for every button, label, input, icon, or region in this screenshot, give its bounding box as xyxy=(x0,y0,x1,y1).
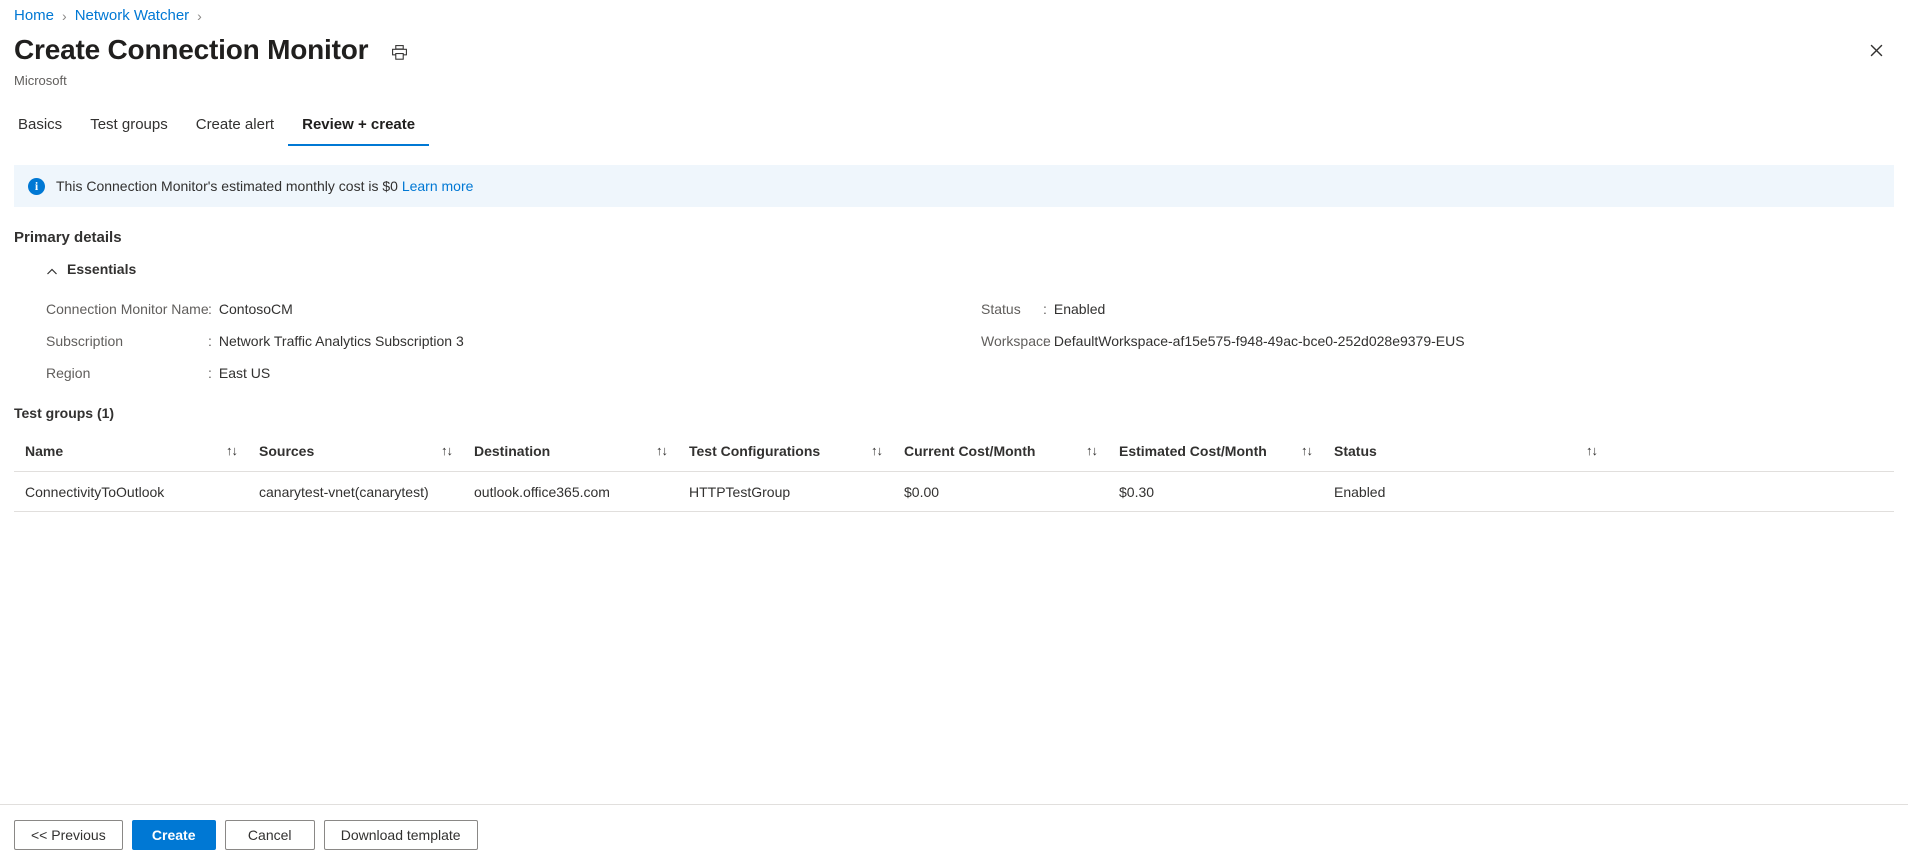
column-header-test-configurations[interactable]: Test Configurations ↑↓ xyxy=(689,430,904,471)
column-header-current-cost-month[interactable]: Current Cost/Month ↑↓ xyxy=(904,430,1119,471)
title-row: Create Connection Monitor xyxy=(14,33,410,67)
sort-icon[interactable]: ↑↓ xyxy=(441,443,453,458)
sort-icon[interactable]: ↑↓ xyxy=(656,443,668,458)
field-workspace: Workspace : DefaultWorkspace-af15e575-f9… xyxy=(981,325,1886,357)
create-connection-monitor-page: Home › Network Watcher › Create Connecti… xyxy=(0,0,1908,865)
primary-details-heading: Primary details xyxy=(14,229,122,246)
field-subscription: Subscription : Network Traffic Analytics… xyxy=(46,325,981,357)
field-value: DefaultWorkspace-af15e575-f948-49ac-bce0… xyxy=(1053,333,1465,349)
wizard-tabs: Basics Test groups Create alert Review +… xyxy=(14,108,430,146)
field-colon: : xyxy=(208,301,212,317)
table-header-row: Name ↑↓ Sources ↑↓ Destination ↑↓ Test C… xyxy=(14,430,1894,472)
cancel-button[interactable]: Cancel xyxy=(224,820,315,850)
cell-sources: canarytest-vnet(canarytest) xyxy=(259,483,429,500)
field-connection-monitor-name: Connection Monitor Name : ContosoCM xyxy=(46,293,981,325)
sort-icon[interactable]: ↑↓ xyxy=(871,443,883,458)
sort-icon[interactable]: ↑↓ xyxy=(1086,443,1098,458)
footer-actions: << Previous Create Cancel Download templ… xyxy=(14,820,478,850)
column-header-label: Test Configurations xyxy=(689,442,821,459)
breadcrumb-item-home[interactable]: Home xyxy=(14,6,54,26)
sort-icon[interactable]: ↑↓ xyxy=(226,443,238,458)
tab-basics[interactable]: Basics xyxy=(14,115,76,146)
field-label: Connection Monitor Name xyxy=(46,301,209,317)
page-subtitle: Microsoft xyxy=(14,73,67,88)
cost-info-banner-text: This Connection Monitor's estimated mont… xyxy=(56,176,473,196)
learn-more-link[interactable]: Learn more xyxy=(402,178,474,194)
cost-info-banner-message: This Connection Monitor's estimated mont… xyxy=(56,178,398,194)
cell-test-configurations: HTTPTestGroup xyxy=(689,483,791,500)
field-label: Subscription xyxy=(46,333,124,349)
create-button[interactable]: Create xyxy=(131,820,216,850)
chevron-up-icon xyxy=(46,263,58,275)
tab-create-alert[interactable]: Create alert xyxy=(182,115,288,146)
essentials-collapse-toggle[interactable]: Essentials xyxy=(46,259,136,279)
sort-icon[interactable]: ↑↓ xyxy=(1301,443,1313,458)
cell-estimated-cost-month: $0.30 xyxy=(1119,483,1155,500)
column-header-status[interactable]: Status ↑↓ xyxy=(1334,430,1619,471)
previous-button[interactable]: << Previous xyxy=(14,820,123,850)
info-icon: i xyxy=(28,177,45,195)
field-value: Network Traffic Analytics Subscription 3 xyxy=(218,333,464,349)
breadcrumb-separator-icon: › xyxy=(62,8,67,24)
field-label: Workspace xyxy=(981,333,1051,349)
column-header-name[interactable]: Name ↑↓ xyxy=(14,430,259,471)
cell-status: Enabled xyxy=(1334,483,1386,500)
column-header-estimated-cost-month[interactable]: Estimated Cost/Month ↑↓ xyxy=(1119,430,1334,471)
field-colon: : xyxy=(1043,301,1047,317)
cell-name: ConnectivityToOutlook xyxy=(25,483,165,500)
cell-destination: outlook.office365.com xyxy=(474,483,610,500)
table-row[interactable]: ConnectivityToOutlook canarytest-vnet(ca… xyxy=(14,472,1894,512)
field-colon: : xyxy=(208,365,212,381)
essentials-left-column: Connection Monitor Name : ContosoCM Subs… xyxy=(46,293,981,389)
essentials-grid: Connection Monitor Name : ContosoCM Subs… xyxy=(46,293,1886,389)
field-colon: : xyxy=(1043,333,1047,349)
field-label: Status xyxy=(981,301,1021,317)
close-icon[interactable] xyxy=(1860,34,1892,66)
breadcrumb-separator-icon-2: › xyxy=(197,8,202,24)
breadcrumb: Home › Network Watcher › xyxy=(14,6,202,26)
column-header-label: Status xyxy=(1334,442,1377,459)
tab-test-groups[interactable]: Test groups xyxy=(76,115,182,146)
field-value: Enabled xyxy=(1053,301,1106,317)
column-header-label: Estimated Cost/Month xyxy=(1119,442,1267,459)
field-label: Region xyxy=(46,365,91,381)
sort-icon[interactable]: ↑↓ xyxy=(1586,443,1598,458)
field-region: Region : East US xyxy=(46,357,981,389)
column-header-label: Name xyxy=(25,442,64,459)
print-icon[interactable] xyxy=(388,41,410,63)
test-groups-table: Name ↑↓ Sources ↑↓ Destination ↑↓ Test C… xyxy=(14,430,1894,512)
footer-divider xyxy=(0,804,1908,805)
cell-current-cost-month: $0.00 xyxy=(904,483,940,500)
tab-review-create[interactable]: Review + create xyxy=(288,115,430,146)
breadcrumb-item-network-watcher[interactable]: Network Watcher xyxy=(75,6,189,26)
download-template-button[interactable]: Download template xyxy=(323,820,478,850)
page-title: Create Connection Monitor xyxy=(14,34,369,65)
field-value: East US xyxy=(218,365,271,381)
column-header-label: Sources xyxy=(259,442,315,459)
column-header-label: Current Cost/Month xyxy=(904,442,1036,459)
column-header-label: Destination xyxy=(474,442,551,459)
essentials-label: Essentials xyxy=(67,261,137,277)
field-colon: : xyxy=(208,333,212,349)
column-header-sources[interactable]: Sources ↑↓ xyxy=(259,430,474,471)
essentials-right-column: Status : Enabled Workspace : DefaultWork… xyxy=(981,293,1886,389)
field-value: ContosoCM xyxy=(218,301,293,317)
field-status: Status : Enabled xyxy=(981,293,1886,325)
cost-info-banner: i This Connection Monitor's estimated mo… xyxy=(14,165,1894,207)
column-header-destination[interactable]: Destination ↑↓ xyxy=(474,430,689,471)
test-groups-heading: Test groups (1) xyxy=(14,405,115,421)
